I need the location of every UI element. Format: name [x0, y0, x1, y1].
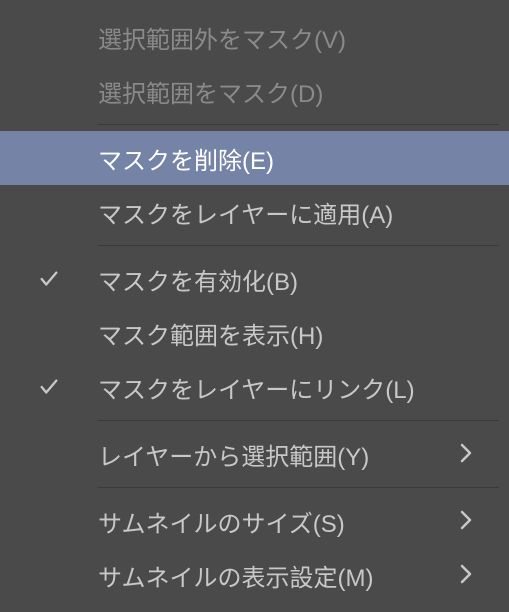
check-icon: [38, 376, 60, 398]
menu-separator: [98, 245, 499, 246]
menu-separator: [98, 487, 499, 488]
menu-item-selection-from-layer[interactable]: レイヤーから選択範囲(Y): [0, 427, 509, 481]
menu-item-label: サムネイルの表示設定(M): [98, 558, 374, 593]
menu-item-label: マスクを有効化(B): [98, 262, 298, 297]
chevron-right-icon: [459, 442, 475, 466]
menu-item-mask-selection[interactable]: 選択範囲をマスク(D): [0, 64, 509, 118]
menu-item-link-mask-to-layer[interactable]: マスクをレイヤーにリンク(L): [0, 360, 509, 414]
menu-item-label: マスクをレイヤーにリンク(L): [98, 370, 415, 405]
menu-item-apply-mask-to-layer[interactable]: マスクをレイヤーに適用(A): [0, 185, 509, 239]
chevron-right-icon: [459, 509, 475, 533]
menu-item-show-mask-area[interactable]: マスク範囲を表示(H): [0, 306, 509, 360]
check-icon: [38, 268, 60, 290]
menu-item-label: マスクを削除(E): [98, 141, 274, 176]
chevron-right-icon: [459, 563, 475, 587]
menu-item-mask-outside-selection[interactable]: 選択範囲外をマスク(V): [0, 10, 509, 64]
menu-item-label: マスク範囲を表示(H): [98, 316, 323, 351]
menu-item-thumbnail-size[interactable]: サムネイルのサイズ(S): [0, 494, 509, 548]
menu-separator: [98, 124, 499, 125]
menu-item-label: マスクをレイヤーに適用(A): [98, 195, 393, 230]
menu-item-label: レイヤーから選択範囲(Y): [98, 437, 369, 472]
menu-item-label: 選択範囲外をマスク(V): [98, 20, 346, 55]
menu-separator: [98, 420, 499, 421]
menu-item-label: 選択範囲をマスク(D): [98, 74, 323, 109]
menu-item-label: サムネイルのサイズ(S): [98, 504, 345, 539]
menu-item-thumbnail-display-settings[interactable]: サムネイルの表示設定(M): [0, 548, 509, 602]
menu-item-delete-mask[interactable]: マスクを削除(E): [0, 131, 509, 185]
context-menu: 選択範囲外をマスク(V) 選択範囲をマスク(D) マスクを削除(E) マスクをレ…: [0, 0, 509, 612]
menu-item-enable-mask[interactable]: マスクを有効化(B): [0, 252, 509, 306]
